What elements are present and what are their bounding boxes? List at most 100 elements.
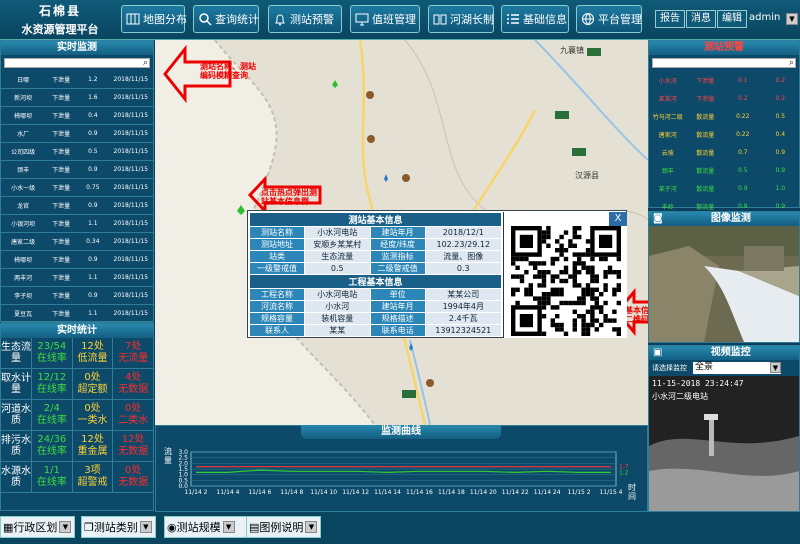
- stats-cell[interactable]: 12处 低流量: [71, 338, 113, 368]
- warning-search-input[interactable]: ⌕: [652, 58, 796, 68]
- warning-cell-value: 0.5: [737, 166, 748, 174]
- nav-map-distribution[interactable]: 地图分布: [121, 5, 187, 33]
- stats-cell-value: 3项: [84, 465, 101, 476]
- warning-row[interactable]: 小水河 下泄量 0.1 0.2: [649, 71, 799, 89]
- chevron-down-icon[interactable]: ▼: [59, 521, 72, 533]
- realtime-row[interactable]: 新河坝 下泄量 1.6 2018/11/15: [1, 89, 153, 107]
- nav-river-chief[interactable]: 河湖长制: [428, 5, 494, 33]
- stats-cell[interactable]: 12/12 在线率: [31, 369, 72, 399]
- warning-cell-name: 竹马河二级: [652, 113, 683, 121]
- realtime-cell-type: 下泄量: [52, 239, 71, 246]
- chevron-down-icon[interactable]: ▼: [222, 521, 235, 533]
- stats-cell[interactable]: 0处 一类水: [71, 400, 113, 430]
- realtime-cell-type: 下泄量: [52, 149, 71, 156]
- image-monitor-photo[interactable]: [649, 226, 799, 342]
- warning-cell-level: 0.4: [775, 130, 786, 138]
- stats-cell[interactable]: 12处 重金属: [71, 431, 113, 461]
- report-button[interactable]: 报告: [655, 10, 685, 28]
- edit-button[interactable]: 编辑: [717, 10, 747, 28]
- filter-admin-division[interactable]: ▦ 行政区划 ▼: [0, 516, 75, 538]
- monitor-curve-chart: 3.02.52.01.51.00.50.011/14 2 11/14 4 11/14…: [164, 446, 636, 501]
- search-icon[interactable]: ⌕: [143, 58, 148, 68]
- stats-cell-caption: 无数据: [118, 446, 149, 457]
- warning-row[interactable]: 唐家河 散流量 0.22 0.4: [649, 125, 799, 143]
- filter-station-scale[interactable]: ◉ 测站规模 ▼: [164, 516, 252, 538]
- realtime-cell-type: 下泄量: [52, 77, 71, 84]
- popup-value: 13912324521: [424, 324, 503, 337]
- stats-cell[interactable]: 24/36 在线率: [31, 431, 72, 461]
- realtime-row[interactable]: 龙官 下泄量 0.9 2018/11/15: [1, 197, 153, 215]
- video-frame[interactable]: 11-15-2018 23:24:47 小水河二级电站: [649, 376, 799, 511]
- chevron-down-icon[interactable]: ▼: [139, 521, 152, 533]
- stats-cell[interactable]: 0处 无数据: [112, 462, 153, 492]
- realtime-row[interactable]: 唐家二级 下泄量 0.34 2018/11/15: [1, 233, 153, 251]
- realtime-row[interactable]: 椅哪坝 下泄量 0.9 2018/11/15: [1, 251, 153, 269]
- popup-value: 某某: [303, 324, 371, 337]
- realtime-cell-value: 0.34: [86, 238, 100, 245]
- realtime-row[interactable]: 两丰河 下泄量 1.1 2018/11/15: [1, 269, 153, 287]
- stats-cell[interactable]: 4处 无数据: [112, 369, 153, 399]
- stats-cell[interactable]: 3项 超警戒: [71, 462, 113, 492]
- realtime-row[interactable]: 小水一级 下泄量 0.75 2018/11/15: [1, 179, 153, 197]
- nav-station-warning[interactable]: 测站预警: [268, 5, 342, 33]
- video-camera-select[interactable]: 全景 ▼: [693, 362, 781, 374]
- filter-label: 测站类别: [93, 521, 138, 534]
- warning-row[interactable]: 颈丰 散流量 0.5 0.9: [649, 161, 799, 179]
- nav-basic-info[interactable]: 基础信息: [501, 5, 569, 33]
- stats-cell[interactable]: 0处 二类水: [112, 400, 153, 430]
- nav-query-stats[interactable]: 查询统计: [193, 5, 259, 33]
- warning-cell-type: 下泄量: [696, 77, 715, 85]
- nav-duty-management[interactable]: 值班管理: [350, 5, 420, 33]
- realtime-row[interactable]: 颈丰 下泄量 0.9 2018/11/15: [1, 161, 153, 179]
- warning-row[interactable]: 云坡 散流量 0.7 0.9: [649, 143, 799, 161]
- realtime-cell-name: 日哪: [17, 77, 30, 84]
- chevron-down-icon[interactable]: ▼: [305, 521, 318, 533]
- realtime-row[interactable]: 水厂 下泄量 0.9 2018/11/15: [1, 125, 153, 143]
- realtime-cell-value: 0.75: [86, 184, 100, 191]
- chevron-down-icon[interactable]: ▼: [770, 362, 781, 373]
- warning-row[interactable]: 某子河 散流量 0.9 1.0: [649, 179, 799, 197]
- stats-row: 水源水质 1/1 在线率 3项 超警戒 0处 无数据: [1, 462, 153, 493]
- warning-cell-name: 某子河: [658, 185, 677, 193]
- popup-value: 生态流量: [303, 250, 371, 263]
- warning-cell-level: 1.0: [775, 184, 786, 192]
- stats-cell[interactable]: 1/1 在线率: [31, 462, 72, 492]
- popup-value: 小水河电站: [303, 226, 371, 239]
- stats-cell[interactable]: 0处 超定额: [71, 369, 113, 399]
- realtime-cell-name: 水厂: [17, 131, 30, 138]
- popup-key: 规格描述: [369, 312, 426, 325]
- station-search-input[interactable]: ⌕: [4, 58, 150, 68]
- warning-row[interactable]: 某某河 下泄量 0.2 0.2: [649, 89, 799, 107]
- popup-close-button[interactable]: X: [609, 212, 627, 226]
- search-icon[interactable]: ⌕: [789, 58, 794, 68]
- video-monitor-title: ▣ 视频监控: [649, 346, 799, 360]
- warning-row[interactable]: 竹马河二级 散流量 0.22 0.5: [649, 107, 799, 125]
- realtime-row[interactable]: 夏豆瓦 下泄量 1.1 2018/11/15: [1, 305, 153, 323]
- stats-cell[interactable]: 2/4 在线率: [31, 400, 72, 430]
- realtime-row[interactable]: 小银河坝 下泄量 1.1 2018/11/15: [1, 215, 153, 233]
- stats-row: 河道水质 2/4 在线率 0处 一类水 0处 二类水: [1, 400, 153, 431]
- realtime-row[interactable]: 公司四级 下泄量 0.5 2018/11/15: [1, 143, 153, 161]
- warning-cell-type: 散流量: [696, 113, 715, 121]
- user-dropdown-icon[interactable]: ▼: [786, 13, 798, 25]
- stats-cell[interactable]: 12处 无数据: [112, 431, 153, 461]
- popup-value: 2018/12/1: [424, 226, 503, 239]
- popup-key: 规格容量: [249, 312, 305, 325]
- nav-platform-management[interactable]: 平台管理: [576, 5, 642, 33]
- popup-key: 联系电话: [369, 324, 426, 337]
- filter-legend[interactable]: ▤ 图例说明 ▼: [246, 516, 321, 538]
- top-bar: 石棉县 水资源管理平台 地图分布 查询统计 测站预警 值班管理 河湖长制 基础信…: [0, 0, 800, 40]
- realtime-row[interactable]: 日哪 下泄量 1.2 2018/11/15: [1, 71, 153, 89]
- image-monitor-title: ◙ 图像监测: [649, 212, 799, 226]
- stats-cell[interactable]: 7处 无流量: [112, 338, 153, 368]
- realtime-cell-value: 0.5: [88, 148, 98, 155]
- x-tick-label: 11/14 6: [248, 489, 271, 496]
- message-button[interactable]: 消息: [686, 10, 716, 28]
- realtime-row[interactable]: 椅哪坝 下泄量 0.4 2018/11/15: [1, 107, 153, 125]
- stats-cell[interactable]: 23/54 在线率: [31, 338, 72, 368]
- stats-cell-caption: 无数据: [118, 384, 149, 395]
- user-name[interactable]: admin: [745, 10, 784, 28]
- filter-station-type[interactable]: ❐ 测站类别 ▼: [81, 516, 156, 538]
- x-tick-label: 11/14 8: [280, 489, 303, 496]
- realtime-row[interactable]: 李子坝 下泄量 0.9 2018/11/15: [1, 287, 153, 305]
